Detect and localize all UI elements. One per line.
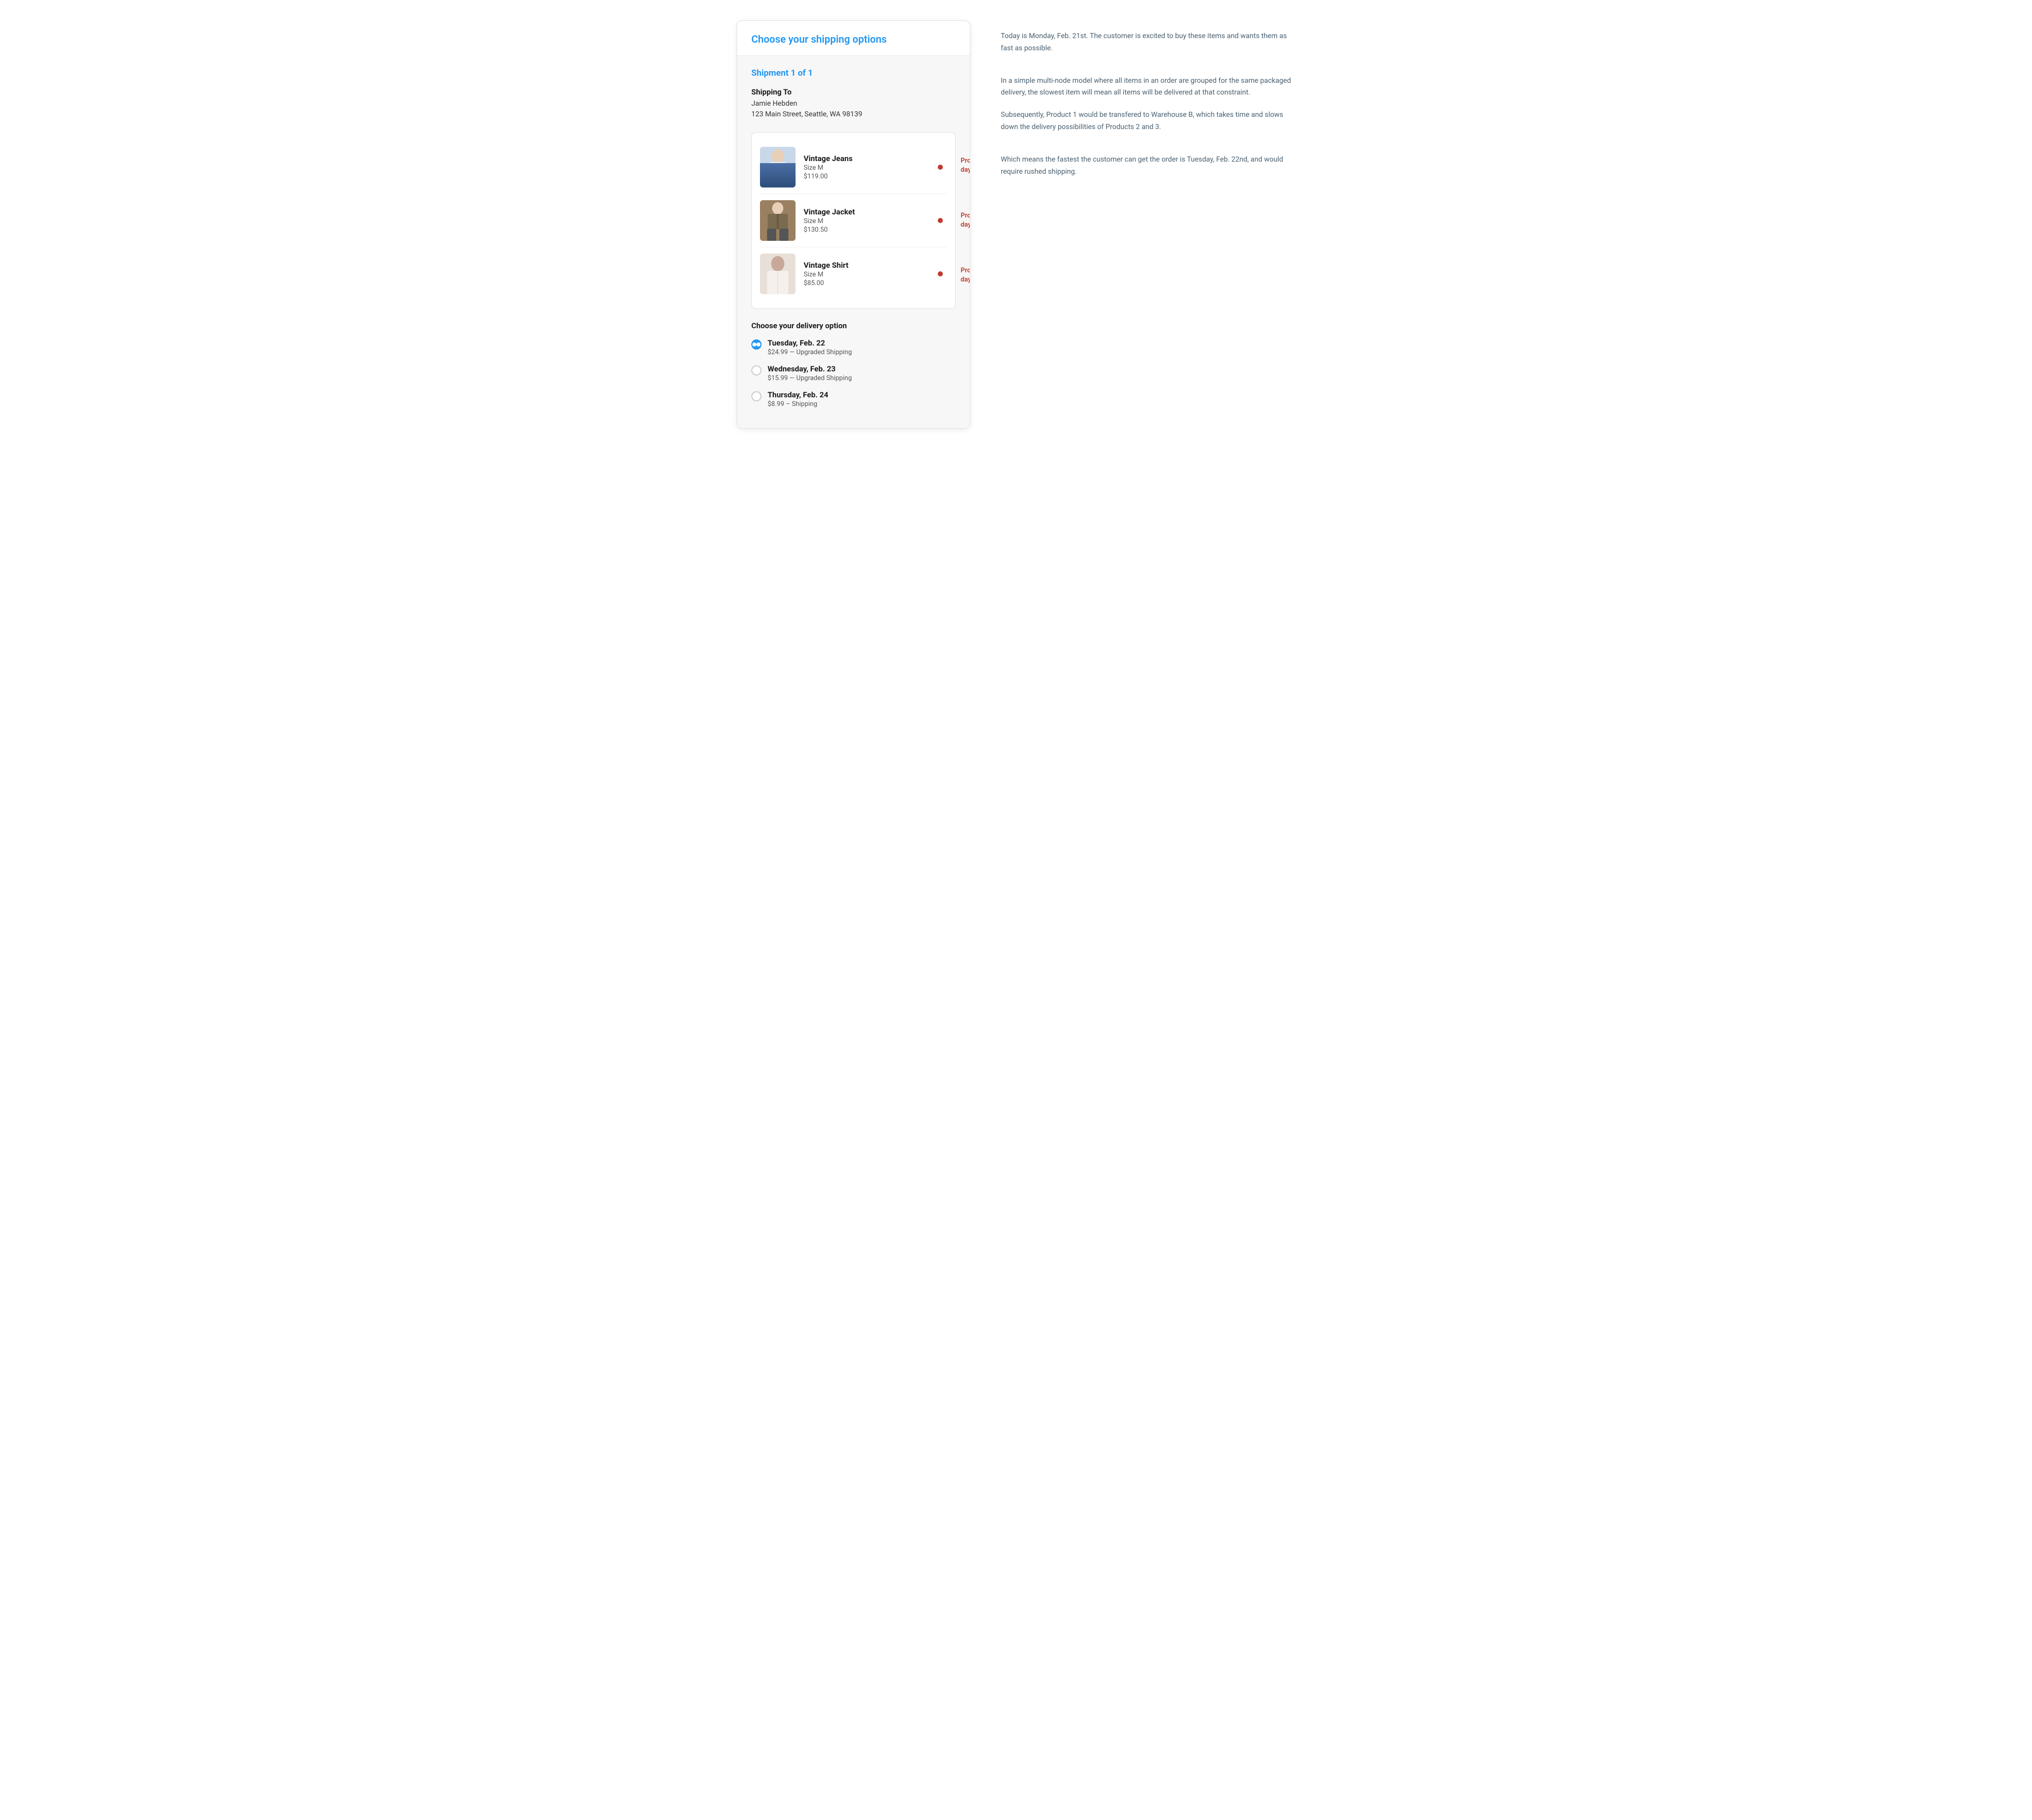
annotation-top-text: Today is Monday, Feb. 21st. The customer…	[1001, 30, 1295, 55]
page-title: Choose your shipping options	[751, 33, 956, 45]
delivery-title: Choose your delivery option	[751, 321, 956, 330]
delivery-date-1: Tuesday, Feb. 22	[768, 338, 852, 348]
delivery-section: Choose your delivery option Tuesday, Feb…	[751, 321, 956, 408]
delivery-price-2: $15.99 — Upgraded Shipping	[768, 374, 852, 382]
annotation-transfer: Subsequently, Product 1 would be transfe…	[1001, 109, 1295, 134]
delivery-option-2[interactable]: Wednesday, Feb. 23 $15.99 — Upgraded Shi…	[751, 364, 956, 382]
annotation-multi-node-text: In a simple multi-node model where all i…	[1001, 75, 1295, 100]
annotation-top: Today is Monday, Feb. 21st. The customer…	[1001, 30, 1295, 55]
product-name: Vintage Shirt	[804, 261, 938, 270]
delivery-option-info-2: Wednesday, Feb. 23 $15.99 — Upgraded Shi…	[768, 364, 852, 382]
product-image-jacket	[760, 200, 796, 241]
shipping-to-name: Jamie Hebden	[751, 99, 956, 109]
product-info-shirt: Vintage Shirt Size M $85.00	[804, 261, 938, 287]
shipment-label: Shipment 1 of 1	[751, 68, 956, 78]
radio-button-3[interactable]	[751, 391, 761, 401]
annotations-panel: Today is Monday, Feb. 21st. The customer…	[1001, 20, 1295, 178]
products-container: Vintage Jeans Size M $119.00	[751, 132, 956, 309]
product-price: $85.00	[804, 279, 938, 287]
product-size: Size M	[804, 217, 938, 225]
annotation-transfer-text: Subsequently, Product 1 would be transfe…	[1001, 109, 1295, 134]
shipping-to-section: Shipping To Jamie Hebden 123 Main Street…	[751, 87, 956, 120]
product-callout-2: Product 2 can be delivered in 1 day from…	[961, 211, 970, 230]
product-row: Vintage Shirt Size M $85.00	[760, 247, 947, 300]
annotation-fastest: Which means the fastest the customer can…	[1001, 154, 1295, 178]
product-name: Vintage Jeans	[804, 154, 938, 163]
annotation-dot-3	[938, 271, 943, 276]
products-wrapper: Vintage Jeans Size M $119.00	[751, 132, 956, 309]
product-price: $130.50	[804, 226, 938, 234]
delivery-option-info-3: Thursday, Feb. 24 $8.99 – Shipping	[768, 390, 828, 408]
product-row: Vintage Jacket Size M $130.50	[760, 194, 947, 247]
annotation-dot-2	[938, 218, 943, 223]
delivery-price-1: $24.99 — Upgraded Shipping	[768, 349, 852, 356]
product-image-jeans	[760, 147, 796, 187]
radio-button-1[interactable]	[751, 339, 761, 350]
radio-button-2[interactable]	[751, 365, 761, 375]
shipping-card: Choose your shipping options Shipment 1 …	[737, 20, 970, 429]
annotation-dot-1	[938, 165, 943, 170]
annotation-middle-group: In a simple multi-node model where all i…	[1001, 75, 1295, 134]
product-name: Vintage Jacket	[804, 207, 938, 216]
delivery-option-3[interactable]: Thursday, Feb. 24 $8.99 – Shipping	[751, 390, 956, 408]
delivery-date-2: Wednesday, Feb. 23	[768, 364, 852, 373]
card-header: Choose your shipping options	[737, 21, 970, 56]
product-image-shirt	[760, 254, 796, 294]
product-info-jacket: Vintage Jacket Size M $130.50	[804, 207, 938, 234]
card-body: Shipment 1 of 1 Shipping To Jamie Hebden…	[737, 56, 970, 428]
product-callout-labels: Product 1 can be delivered in 3 days fro…	[961, 132, 970, 309]
product-callout-3: Product 3 can be delivered in 1 day from…	[961, 266, 970, 285]
product-row: Vintage Jeans Size M $119.00	[760, 141, 947, 194]
radio-inner	[752, 342, 756, 347]
delivery-date-3: Thursday, Feb. 24	[768, 390, 828, 399]
product-size: Size M	[804, 164, 938, 172]
product-info-jeans: Vintage Jeans Size M $119.00	[804, 154, 938, 180]
delivery-option-1[interactable]: Tuesday, Feb. 22 $24.99 — Upgraded Shipp…	[751, 338, 956, 356]
shipping-to-title: Shipping To	[751, 87, 956, 97]
page-container: Choose your shipping options Shipment 1 …	[737, 20, 1295, 429]
product-size: Size M	[804, 271, 938, 278]
product-callout-1: Product 1 can be delivered in 3 days fro…	[961, 156, 970, 175]
delivery-price-3: $8.99 – Shipping	[768, 400, 828, 408]
shipping-to-address: 123 Main Street, Seattle, WA 98139	[751, 109, 956, 120]
annotation-fastest-text: Which means the fastest the customer can…	[1001, 154, 1295, 178]
product-price: $119.00	[804, 173, 938, 180]
annotation-multi-node: In a simple multi-node model where all i…	[1001, 75, 1295, 100]
delivery-option-info-1: Tuesday, Feb. 22 $24.99 — Upgraded Shipp…	[768, 338, 852, 356]
